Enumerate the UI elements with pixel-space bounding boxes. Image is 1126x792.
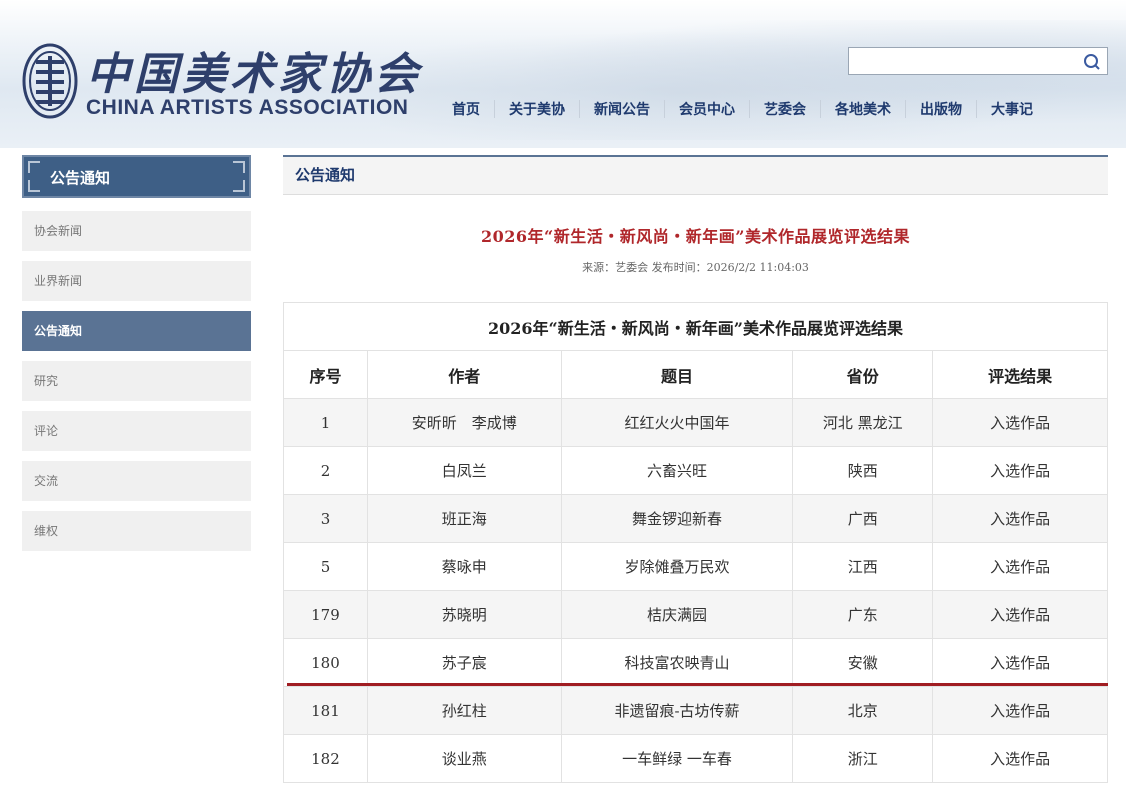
table-cell: 入选作品: [932, 494, 1108, 543]
table-cell: 陕西: [792, 446, 934, 495]
table-cell: 河北 黑龙江: [792, 398, 934, 447]
table-row: 2 白凤兰 六畜兴旺 陕西 入选作品: [283, 446, 1108, 495]
table-cell: 180: [283, 638, 368, 687]
sidebar-item-commentary[interactable]: 评论: [22, 411, 251, 451]
table-cell: 入选作品: [932, 398, 1108, 447]
table-cell: 广东: [792, 590, 934, 639]
table-cell: 科技富农映青山: [560, 638, 794, 687]
table-cell: 岁除傩叠万民欢: [560, 542, 794, 591]
table-cell: 广西: [792, 494, 934, 543]
nav-item-home[interactable]: 首页: [440, 100, 494, 118]
table-cell: 入选作品: [932, 446, 1108, 495]
table-cell: 白凤兰: [366, 446, 562, 495]
sidebar-item-research[interactable]: 研究: [22, 361, 251, 401]
search-box[interactable]: [848, 47, 1108, 75]
table-cell: 安徽: [792, 638, 934, 687]
table-cell: 苏子宸: [366, 638, 562, 687]
sidebar: 公告通知 协会新闻 业界新闻 公告通知 研究 评论 交流 维权: [22, 155, 251, 561]
table-row: 1 安昕昕 李成博 红红火火中国年 河北 黑龙江 入选作品: [283, 398, 1108, 447]
table-cell: 入选作品: [932, 734, 1108, 783]
table-cell: 入选作品: [932, 638, 1108, 687]
article-title: 2026年“新生活・新风尚・新年画”美术作品展览评选结果: [481, 227, 910, 246]
nav-item-news[interactable]: 新闻公告: [579, 100, 664, 118]
sidebar-title-label: 公告通知: [50, 170, 111, 187]
table-row: 181 孙红柱 非遗留痕-古坊传薪 北京 入选作品: [283, 686, 1108, 735]
table-cell: 安昕昕 李成博: [366, 398, 562, 447]
corner-ornament-icon: [233, 180, 245, 192]
table-row: 3 班正海 舞金锣迎新春 广西 入选作品: [283, 494, 1108, 543]
table-cell: 1: [283, 398, 368, 447]
table-cell: 一车鲜绿 一车春: [560, 734, 794, 783]
table-row: 180 苏子宸 科技富农映青山 安徽 入选作品: [283, 638, 1108, 687]
table-cell: 179: [283, 590, 368, 639]
table-cell: 入选作品: [932, 590, 1108, 639]
table-cell: 181: [283, 686, 368, 735]
divider-line: [287, 683, 1108, 686]
sidebar-list: 协会新闻 业界新闻 公告通知 研究 评论 交流 维权: [22, 211, 251, 551]
nav-item-about[interactable]: 关于美协: [494, 100, 579, 118]
table-cell: 浙江: [792, 734, 934, 783]
nav-item-members[interactable]: 会员中心: [664, 100, 749, 118]
table-cell: 谈业燕: [366, 734, 562, 783]
corner-ornament-icon: [28, 161, 40, 173]
table-cell: 5: [283, 542, 368, 591]
sidebar-item-exchange[interactable]: 交流: [22, 461, 251, 501]
column-header: 省份: [792, 350, 934, 399]
column-header: 评选结果: [932, 350, 1108, 399]
table-caption: 2026年“新生活・新风尚・新年画”美术作品展览评选结果: [283, 302, 1108, 351]
search-input[interactable]: [849, 48, 1069, 74]
nav-item-regional[interactable]: 各地美术: [820, 100, 905, 118]
logo-chinese-name[interactable]: 中国美术家协会: [86, 38, 422, 102]
logo-english-name[interactable]: CHINA ARTISTS ASSOCIATION: [86, 96, 408, 120]
search-icon[interactable]: [1081, 51, 1103, 73]
sidebar-item-association-news[interactable]: 协会新闻: [22, 211, 251, 251]
nav-item-publications[interactable]: 出版物: [905, 100, 976, 118]
sidebar-title: 公告通知: [22, 155, 251, 198]
table-row: 179 苏晓明 桔庆满园 广东 入选作品: [283, 590, 1108, 639]
main-content: 公告通知 2026年“新生活・新风尚・新年画”美术作品展览评选结果 来源：艺委会…: [283, 155, 1108, 783]
site-header: 中国美术家协会 CHINA ARTISTS ASSOCIATION 首页 关于美…: [0, 0, 1126, 148]
section-title: 公告通知: [283, 155, 1108, 195]
table-cell: 蔡咏申: [366, 542, 562, 591]
table-cell: 红红火火中国年: [560, 398, 794, 447]
table-cell: 182: [283, 734, 368, 783]
table-cell: 入选作品: [932, 542, 1108, 591]
nav-item-art-committee[interactable]: 艺委会: [749, 100, 820, 118]
corner-ornament-icon: [28, 180, 40, 192]
table-cell: 2: [283, 446, 368, 495]
table-cell: 舞金锣迎新春: [560, 494, 794, 543]
table-cell: 北京: [792, 686, 934, 735]
sidebar-item-rights[interactable]: 维权: [22, 511, 251, 551]
table-row: 182 谈业燕 一车鲜绿 一车春 浙江 入选作品: [283, 734, 1108, 783]
column-header: 作者: [366, 350, 562, 399]
column-header: 题目: [560, 350, 794, 399]
corner-ornament-icon: [233, 161, 245, 173]
main-nav: 首页 关于美协 新闻公告 会员中心 艺委会 各地美术 出版物 大事记: [440, 100, 1047, 118]
table-caption-row: 2026年“新生活・新风尚・新年画”美术作品展览评选结果: [283, 302, 1108, 351]
table-cell: 苏晓明: [366, 590, 562, 639]
table-cell: 孙红柱: [366, 686, 562, 735]
table-row: 5 蔡咏申 岁除傩叠万民欢 江西 入选作品: [283, 542, 1108, 591]
table-cell: 非遗留痕-古坊传薪: [560, 686, 794, 735]
column-header: 序号: [283, 350, 368, 399]
table-cell: 六畜兴旺: [560, 446, 794, 495]
table-cell: 3: [283, 494, 368, 543]
table-cell: 班正海: [366, 494, 562, 543]
nav-item-chronicle[interactable]: 大事记: [976, 100, 1047, 118]
results-table: 2026年“新生活・新风尚・新年画”美术作品展览评选结果 序号 作者 题目 省份…: [283, 302, 1108, 783]
article-meta: 来源：艺委会 发布时间：2026/2/2 11:04:03: [582, 261, 809, 274]
table-cell: 入选作品: [932, 686, 1108, 735]
association-emblem-icon: [22, 43, 78, 119]
table-cell: 桔庆满园: [560, 590, 794, 639]
sidebar-item-announcements[interactable]: 公告通知: [22, 311, 251, 351]
table-cell: 江西: [792, 542, 934, 591]
sidebar-item-industry-news[interactable]: 业界新闻: [22, 261, 251, 301]
table-header-row: 序号 作者 题目 省份 评选结果: [283, 350, 1108, 399]
